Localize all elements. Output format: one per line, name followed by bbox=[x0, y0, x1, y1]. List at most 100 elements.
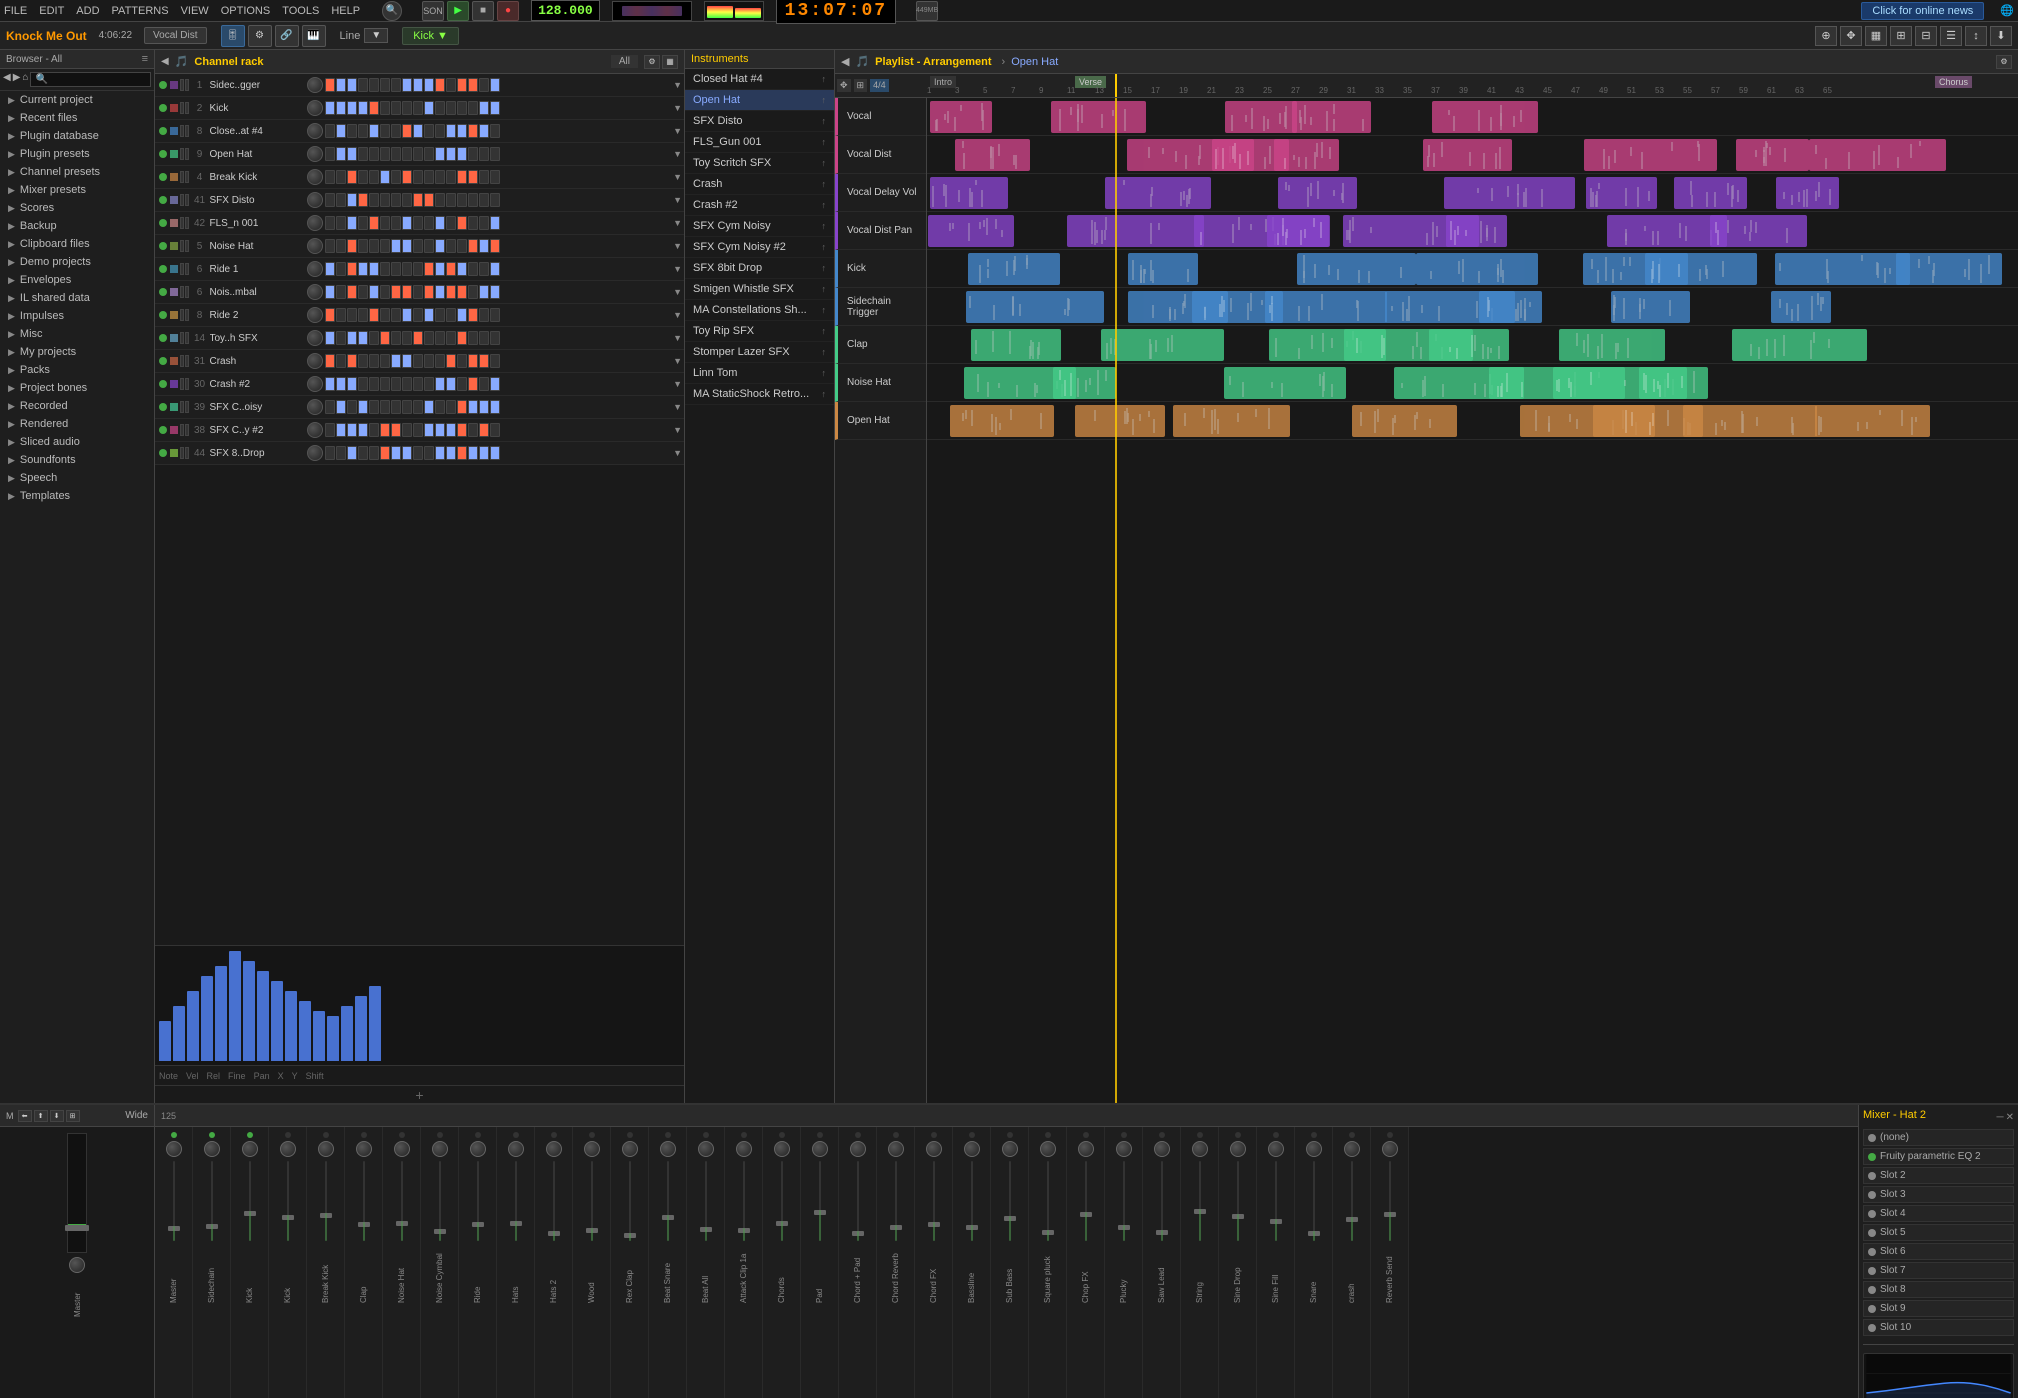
ch-solo[interactable] bbox=[185, 447, 189, 459]
channel-color[interactable] bbox=[170, 219, 178, 227]
beat-btn-10-2[interactable] bbox=[347, 308, 357, 322]
mixer-channel-19[interactable]: Chord Reverb bbox=[877, 1127, 915, 1398]
beat-btn-0-4[interactable] bbox=[369, 78, 379, 92]
beat-btn-8-15[interactable] bbox=[490, 262, 500, 276]
mixer-slot-0[interactable]: (none) bbox=[1863, 1129, 2014, 1146]
beat-btn-7-2[interactable] bbox=[347, 239, 357, 253]
beat-btn-7-12[interactable] bbox=[457, 239, 467, 253]
channel-row-16[interactable]: 44 SFX 8..Drop ▼ bbox=[155, 442, 684, 465]
beat-btn-1-14[interactable] bbox=[479, 101, 489, 115]
beat-btn-14-14[interactable] bbox=[479, 400, 489, 414]
mixer-channel-32[interactable]: Reverb Send bbox=[1371, 1127, 1409, 1398]
mixer-pan-knob[interactable] bbox=[622, 1141, 638, 1157]
mixer-led[interactable] bbox=[513, 1132, 519, 1138]
tool-3[interactable]: ▦ bbox=[1865, 26, 1887, 46]
mixer-pan-knob[interactable] bbox=[1002, 1141, 1018, 1157]
beat-btn-9-11[interactable] bbox=[446, 285, 456, 299]
beat-btn-5-11[interactable] bbox=[446, 193, 456, 207]
beat-btn-16-0[interactable] bbox=[325, 446, 335, 460]
beat-btn-10-1[interactable] bbox=[336, 308, 346, 322]
ch-solo[interactable] bbox=[185, 424, 189, 436]
beat-btn-0-14[interactable] bbox=[479, 78, 489, 92]
mixer-pan-knob[interactable] bbox=[1230, 1141, 1246, 1157]
beat-btn-1-3[interactable] bbox=[358, 101, 368, 115]
beat-btn-6-9[interactable] bbox=[424, 216, 434, 230]
channel-row-3[interactable]: 9 Open Hat ▼ bbox=[155, 143, 684, 166]
beat-btn-14-10[interactable] bbox=[435, 400, 445, 414]
channel-row-4[interactable]: 4 Break Kick ▼ bbox=[155, 166, 684, 189]
beat-btn-16-8[interactable] bbox=[413, 446, 423, 460]
beat-btn-16-13[interactable] bbox=[468, 446, 478, 460]
ch-mute[interactable] bbox=[180, 240, 184, 252]
ch-mute[interactable] bbox=[180, 332, 184, 344]
mixer-channel-9[interactable]: Hats bbox=[497, 1127, 535, 1398]
beat-btn-6-7[interactable] bbox=[402, 216, 412, 230]
track-label-3[interactable]: Vocal Dist Pan bbox=[835, 212, 926, 250]
channel-color[interactable] bbox=[170, 311, 178, 319]
beat-btn-9-4[interactable] bbox=[369, 285, 379, 299]
channel-color[interactable] bbox=[170, 380, 178, 388]
channel-color[interactable] bbox=[170, 173, 178, 181]
link-icon[interactable]: 🔗 bbox=[275, 25, 299, 47]
beat-btn-9-8[interactable] bbox=[413, 285, 423, 299]
news-button[interactable]: Click for online news bbox=[1861, 2, 1984, 20]
beat-btn-2-9[interactable] bbox=[424, 124, 434, 138]
mixer-pan-knob[interactable] bbox=[736, 1141, 752, 1157]
beat-btn-1-9[interactable] bbox=[424, 101, 434, 115]
beat-btn-13-2[interactable] bbox=[347, 377, 357, 391]
beat-btn-3-6[interactable] bbox=[391, 147, 401, 161]
beat-btn-16-11[interactable] bbox=[446, 446, 456, 460]
beat-btn-8-6[interactable] bbox=[391, 262, 401, 276]
beat-btn-15-0[interactable] bbox=[325, 423, 335, 437]
ch-solo[interactable] bbox=[185, 401, 189, 413]
beat-btn-0-3[interactable] bbox=[358, 78, 368, 92]
beat-btn-13-1[interactable] bbox=[336, 377, 346, 391]
beat-btn-15-4[interactable] bbox=[369, 423, 379, 437]
mixer-pan-knob[interactable] bbox=[204, 1141, 220, 1157]
mixer-pan-knob[interactable] bbox=[1306, 1141, 1322, 1157]
mixer-led[interactable] bbox=[551, 1132, 557, 1138]
beat-btn-8-10[interactable] bbox=[435, 262, 445, 276]
channel-row-5[interactable]: 41 SFX Disto ▼ bbox=[155, 189, 684, 212]
channel-row-11[interactable]: 14 Toy..h SFX ▼ bbox=[155, 327, 684, 350]
beat-btn-15-2[interactable] bbox=[347, 423, 357, 437]
ch-solo[interactable] bbox=[185, 263, 189, 275]
beat-btn-1-5[interactable] bbox=[380, 101, 390, 115]
mixer-pan-knob[interactable] bbox=[166, 1141, 182, 1157]
ch-solo[interactable] bbox=[185, 355, 189, 367]
pattern-block[interactable] bbox=[1674, 177, 1747, 209]
mixer-channel-4[interactable]: Break Kick bbox=[307, 1127, 345, 1398]
beat-btn-8-12[interactable] bbox=[457, 262, 467, 276]
beat-btn-15-10[interactable] bbox=[435, 423, 445, 437]
mixer-icon[interactable]: 🎚 bbox=[221, 25, 245, 47]
channel-row-10[interactable]: 8 Ride 2 ▼ bbox=[155, 304, 684, 327]
beat-btn-9-0[interactable] bbox=[325, 285, 335, 299]
pattern-block[interactable] bbox=[1710, 215, 1807, 247]
mixer-ctrl-4[interactable]: ⊞ bbox=[66, 1110, 80, 1122]
pattern-block[interactable] bbox=[955, 139, 1029, 171]
instrument-item-13[interactable]: Stomper Lazer SFX↑ bbox=[685, 342, 834, 363]
pattern-block[interactable] bbox=[1352, 405, 1457, 437]
menu-help[interactable]: HELP bbox=[331, 5, 360, 17]
channel-volume-knob[interactable] bbox=[307, 238, 323, 254]
sidebar-item-sliced-audio[interactable]: ▶Sliced audio bbox=[0, 433, 154, 451]
pattern-block[interactable] bbox=[1586, 177, 1656, 209]
beat-btn-13-11[interactable] bbox=[446, 377, 456, 391]
beat-btn-16-6[interactable] bbox=[391, 446, 401, 460]
beat-btn-4-14[interactable] bbox=[479, 170, 489, 184]
beat-btn-6-1[interactable] bbox=[336, 216, 346, 230]
beat-btn-12-7[interactable] bbox=[402, 354, 412, 368]
mixer-pan-knob[interactable] bbox=[660, 1141, 676, 1157]
beat-btn-6-3[interactable] bbox=[358, 216, 368, 230]
vocal-dist-btn[interactable]: Vocal Dist bbox=[144, 27, 206, 44]
beat-btn-10-14[interactable] bbox=[479, 308, 489, 322]
beat-btn-15-3[interactable] bbox=[358, 423, 368, 437]
beat-btn-4-2[interactable] bbox=[347, 170, 357, 184]
instrument-item-9[interactable]: SFX 8bit Drop↑ bbox=[685, 258, 834, 279]
mixer-channel-3[interactable]: Kick bbox=[269, 1127, 307, 1398]
mixer-pan-knob[interactable] bbox=[964, 1141, 980, 1157]
ch-mute[interactable] bbox=[180, 194, 184, 206]
pattern-block[interactable] bbox=[1053, 367, 1116, 399]
beat-btn-12-3[interactable] bbox=[358, 354, 368, 368]
mixer-led[interactable] bbox=[475, 1132, 481, 1138]
